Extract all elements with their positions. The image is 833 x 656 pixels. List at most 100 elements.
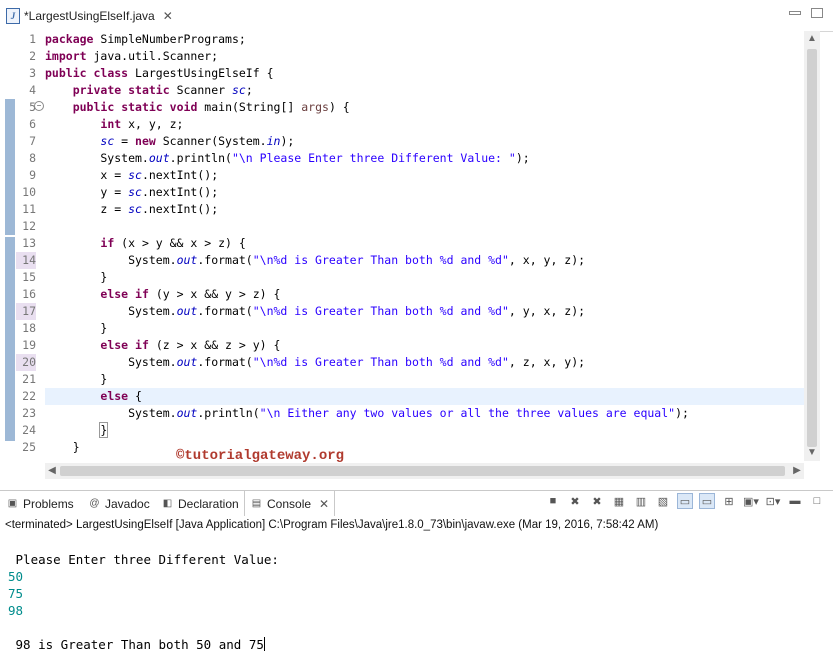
code-editor[interactable]: 1234567891011121314151617181920212223242… — [0, 31, 804, 461]
code-line — [45, 218, 804, 235]
line-number: 25 — [16, 439, 36, 456]
console-result-text: 98 is Greater Than both 50 and 75 — [8, 637, 264, 652]
console-toolbar: ■ ✖ ✖ ▦ ▥ ▧ ▭ ▭ ⊞ ▣▾ ⊡▾ ▬ □ — [545, 493, 825, 509]
minimize-button[interactable] — [789, 11, 801, 15]
problems-icon: ▣ — [6, 497, 19, 510]
code-line: z = sc.nextInt(); — [45, 201, 804, 218]
code-line: x = sc.nextInt(); — [45, 167, 804, 184]
code-line: System.out.format("\n%d is Greater Than … — [45, 354, 804, 371]
terminate-icon[interactable]: ■ — [545, 493, 561, 509]
declaration-icon: ◧ — [161, 497, 174, 510]
editor-tab-label: *LargestUsingElseIf.java — [24, 9, 155, 23]
console-prompt: Please Enter three Different Value: — [8, 551, 286, 568]
editor-horizontal-scrollbar[interactable]: ◀ ▶ — [45, 463, 804, 479]
scroll-thumb[interactable] — [807, 49, 817, 447]
word-wrap-icon[interactable]: ▧ — [655, 493, 671, 509]
close-icon[interactable]: ✕ — [319, 497, 329, 511]
code-line: if (x > y && x > z) { — [45, 235, 804, 252]
line-number: 3 — [16, 65, 36, 82]
code-line: else if (y > x && y > z) { — [45, 286, 804, 303]
java-file-icon: J — [6, 8, 20, 24]
code-line: System.out.println("\n Either any two va… — [45, 405, 804, 422]
console-input: 50 — [8, 568, 23, 585]
code-line: private static Scanner sc; — [45, 82, 804, 99]
line-number: 15 — [16, 269, 36, 286]
code-line: } — [45, 422, 804, 439]
console-status: <terminated> LargestUsingElseIf [Java Ap… — [0, 516, 833, 535]
line-number: 14 — [16, 252, 36, 269]
code-line: System.out.println("\n Please Enter thre… — [45, 150, 804, 167]
code-line: package SimpleNumberPrograms; — [45, 31, 804, 48]
maximize-button[interactable] — [811, 8, 823, 18]
code-line: sc = new Scanner(System.in); — [45, 133, 804, 150]
fold-collapse-icon[interactable]: − — [34, 101, 44, 111]
scroll-left-icon[interactable]: ◀ — [45, 463, 59, 479]
code-line: import java.util.Scanner; — [45, 48, 804, 65]
show-on-stderr-icon[interactable]: ▭ — [699, 493, 715, 509]
line-number: 13 — [16, 235, 36, 252]
open-console-icon[interactable]: ⊡▾ — [765, 493, 781, 509]
line-number: 7 — [16, 133, 36, 150]
code-area[interactable]: package SimpleNumberPrograms; import jav… — [45, 31, 804, 456]
line-number: 23 — [16, 405, 36, 422]
clear-console-icon[interactable]: ▦ — [611, 493, 627, 509]
tab-declaration[interactable]: ◧ Declaration — [161, 491, 239, 516]
code-line: System.out.format("\n%d is Greater Than … — [45, 303, 804, 320]
line-number: 17 — [16, 303, 36, 320]
scroll-right-icon[interactable]: ▶ — [790, 463, 804, 479]
line-number: 18 — [16, 320, 36, 337]
console-input: 98 — [8, 602, 23, 619]
code-line: public class LargestUsingElseIf { — [45, 65, 804, 82]
line-number: 12 — [16, 218, 36, 235]
scroll-down-icon[interactable]: ▼ — [804, 445, 820, 461]
line-number: 24 — [16, 422, 36, 439]
scroll-lock-icon[interactable]: ▥ — [633, 493, 649, 509]
line-number: 9 — [16, 167, 36, 184]
editor-window-controls — [789, 8, 823, 18]
line-number: 5 — [16, 99, 36, 116]
console-output[interactable]: Please Enter three Different Value: 50 7… — [0, 534, 833, 656]
line-number: 20 — [16, 354, 36, 371]
code-line-current: else { — [45, 388, 804, 405]
console-result: 98 is Greater Than both 50 and 75 — [8, 636, 265, 653]
code-line: } — [45, 269, 804, 286]
code-line: System.out.format("\n%d is Greater Than … — [45, 252, 804, 269]
show-on-stdout-icon[interactable]: ▭ — [677, 493, 693, 509]
tab-javadoc[interactable]: @ Javadoc — [88, 491, 150, 516]
watermark: ©tutorialgateway.org — [176, 448, 344, 464]
code-line: int x, y, z; — [45, 116, 804, 133]
editor-vertical-scrollbar[interactable]: ▲ ▼ — [804, 31, 820, 461]
pin-console-icon[interactable]: ⊞ — [721, 493, 737, 509]
editor-tab[interactable]: J *LargestUsingElseIf.java ✕ — [6, 4, 173, 28]
line-number: 11 — [16, 201, 36, 218]
code-line: } — [45, 320, 804, 337]
maximize-icon[interactable]: □ — [809, 493, 825, 509]
tab-problems[interactable]: ▣ Problems — [6, 491, 74, 516]
javadoc-icon: @ — [88, 497, 101, 510]
line-number: 6 — [16, 116, 36, 133]
scroll-thumb[interactable] — [60, 466, 785, 476]
scroll-up-icon[interactable]: ▲ — [804, 31, 820, 47]
tab-console[interactable]: ▤ Console ✕ — [244, 491, 335, 516]
code-line: y = sc.nextInt(); — [45, 184, 804, 201]
code-line: } — [45, 371, 804, 388]
tab-label: Problems — [23, 497, 74, 511]
line-number: 10 — [16, 184, 36, 201]
line-number: 16 — [16, 286, 36, 303]
remove-launch-icon[interactable]: ✖ — [567, 493, 583, 509]
ruler-marker — [5, 237, 15, 441]
console-input: 75 — [8, 585, 23, 602]
minimize-icon[interactable]: ▬ — [787, 493, 803, 509]
code-line: public static void main(String[] args) { — [45, 99, 804, 116]
code-line: else if (z > x && z > y) { — [45, 337, 804, 354]
line-number: 4 — [16, 82, 36, 99]
line-number: 2 — [16, 48, 36, 65]
line-number-gutter: 1234567891011121314151617181920212223242… — [16, 31, 36, 456]
remove-all-launches-icon[interactable]: ✖ — [589, 493, 605, 509]
tab-label: Console — [267, 497, 311, 511]
line-number: 21 — [16, 371, 36, 388]
ruler-marker — [5, 99, 15, 235]
close-icon[interactable]: ✕ — [163, 9, 173, 23]
overview-ruler — [5, 31, 16, 461]
display-console-icon[interactable]: ▣▾ — [743, 493, 759, 509]
